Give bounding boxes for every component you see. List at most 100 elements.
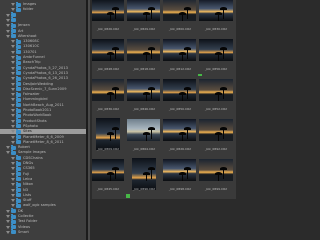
disclosure-triangle-icon[interactable] (11, 193, 15, 197)
disclosure-triangle-icon[interactable] (11, 50, 15, 54)
disclosure-triangle-icon[interactable] (11, 40, 15, 44)
tree-item[interactable]: 130701 (0, 49, 86, 55)
tree-item[interactable]: PhotoBook2011 (0, 107, 86, 113)
tree-item-label: CyndaPhotos_5_27_2013 (23, 65, 68, 70)
disclosure-triangle-icon[interactable] (6, 209, 10, 213)
disclosure-triangle-icon[interactable] (11, 119, 15, 123)
tree-item[interactable]: Hummingbird (0, 96, 86, 102)
disclosure-triangle-icon[interactable] (6, 225, 10, 229)
tree-item[interactable]: Images (0, 1, 86, 7)
disclosure-triangle-icon[interactable] (6, 230, 10, 234)
thumbnail-cell[interactable]: _blk_0845.CR2 (92, 156, 128, 199)
disclosure-triangle-icon[interactable] (11, 140, 15, 144)
disclosure-triangle-icon[interactable] (11, 45, 15, 49)
disclosure-triangle-icon[interactable] (6, 215, 10, 218)
tree-item[interactable]: BeachTrip (0, 59, 86, 65)
thumbnail-cell[interactable]: _blk_0800.CR2 (160, 0, 200, 39)
disclosure-triangle-icon[interactable] (11, 109, 15, 112)
disclosure-triangle-icon[interactable] (11, 135, 15, 139)
tree-item[interactable]: Aftershoot (0, 33, 86, 39)
disclosure-triangle-icon[interactable] (11, 114, 15, 118)
disclosure-triangle-icon[interactable] (6, 34, 10, 38)
tree-item[interactable]: Nikon (0, 181, 86, 187)
disclosure-triangle-icon[interactable] (11, 124, 15, 128)
disclosure-triangle-icon[interactable] (11, 183, 15, 187)
disclosure-triangle-icon[interactable] (11, 172, 15, 176)
tree-item[interactable]: Sample Images (0, 149, 86, 155)
tree-item[interactable]: NorthBeach_Aug_2011 (0, 102, 86, 108)
thumbnail-cell[interactable]: _blk_0809.CR2 (92, 116, 128, 159)
thumbnail-cell[interactable]: _blk_0864.CR2 (124, 116, 164, 159)
tree-item[interactable]: PSphoto (0, 123, 86, 129)
tree-item[interactable]: Leica (0, 176, 86, 182)
tree-item[interactable]: CyndaPhotos_6_13_2013 (0, 70, 86, 76)
tree-item[interactable]: CyndaPhotos_6_26_2013 (0, 75, 86, 81)
thumbnail-cell[interactable]: _blk_0846.CR2 (124, 76, 164, 119)
tree-item[interactable]: CDSChains (0, 155, 86, 161)
thumbnail-cell[interactable]: _blk_0830.CR2 (196, 0, 236, 39)
disclosure-triangle-icon[interactable] (11, 77, 15, 81)
disclosure-triangle-icon[interactable] (11, 188, 15, 192)
thumbnail-caption: _blk_0830.CR2 (204, 27, 228, 31)
tree-item[interactable]: 130608C (0, 38, 86, 44)
disclosure-triangle-icon[interactable] (6, 220, 10, 224)
tree-item[interactable]: Smart (0, 229, 86, 235)
tree-item[interactable]: DesiJainWedding (0, 81, 86, 87)
disclosure-triangle-icon[interactable] (11, 156, 15, 160)
thumbnail-cell[interactable]: _blk_0892.CR2 (196, 116, 236, 159)
tree-item[interactable]: 130610C (0, 43, 86, 49)
tree-item[interactable]: DiscScenic_7_Sunn2009 (0, 86, 86, 92)
disclosure-triangle-icon[interactable] (6, 29, 10, 33)
disclosure-triangle-icon[interactable] (11, 61, 15, 65)
thumbnail-cell[interactable]: _blk_0818.CR2 (124, 36, 164, 79)
disclosure-triangle-icon[interactable] (11, 82, 15, 86)
thumbnail-cell[interactable]: _blk_0829.CR2 (124, 0, 164, 39)
thumbnail-cell[interactable]: _blk_0896.CR2 (124, 156, 164, 199)
disclosure-triangle-icon[interactable] (11, 8, 15, 12)
disclosure-triangle-icon[interactable] (11, 93, 15, 97)
tree-item[interactable]: Sites (0, 128, 86, 135)
thumbnail-cell[interactable]: _blk_0826.CR2 (92, 0, 128, 39)
thumbnail-image (127, 39, 161, 61)
disclosure-triangle-icon[interactable] (6, 151, 10, 155)
disclosure-triangle-icon[interactable] (11, 66, 15, 70)
tree-item[interactable]: N3 (0, 187, 86, 193)
tree-item[interactable]: CS365 (0, 165, 86, 171)
disclosure-triangle-icon[interactable] (11, 162, 15, 165)
tree-item[interactable]: Stuff (0, 197, 86, 203)
folder-icon (11, 229, 16, 235)
disclosure-triangle-icon[interactable] (6, 146, 10, 150)
disclosure-triangle-icon[interactable] (11, 199, 15, 203)
tree-item[interactable]: PhotoWorkBook (0, 112, 86, 118)
tree-item[interactable]: PlanetMeter_6_6_2009 (0, 134, 86, 140)
tree-item[interactable]: AmbrFunnel (0, 54, 86, 60)
disclosure-triangle-icon[interactable] (11, 177, 15, 181)
tree-item[interactable]: ProductShots (0, 118, 86, 124)
thumbnail-cell[interactable]: _blk_0856.CR2 (196, 36, 236, 79)
disclosure-triangle-icon[interactable] (11, 103, 15, 107)
thumbnail-cell[interactable]: _blk_0826.CR2 (160, 116, 200, 159)
disclosure-triangle-icon[interactable] (6, 24, 10, 28)
disclosure-triangle-icon[interactable] (11, 204, 15, 208)
thumbnail-cell[interactable]: _blk_0836.CR2 (92, 76, 128, 119)
thumbnail-cell[interactable]: _blk_0852.CR2 (196, 76, 236, 119)
thumbnail-cell[interactable]: _blk_0899.CR2 (196, 156, 236, 199)
disclosure-triangle-icon[interactable] (11, 56, 15, 59)
disclosure-triangle-icon[interactable] (6, 18, 10, 22)
thumbnail-cell[interactable]: _blk_0848.CR2 (92, 36, 128, 79)
disclosure-triangle-icon[interactable] (11, 71, 15, 75)
disclosure-triangle-icon[interactable] (11, 98, 15, 102)
disclosure-triangle-icon[interactable] (11, 130, 15, 134)
tree-item[interactable]: Fairwater (0, 91, 86, 97)
disclosure-triangle-icon[interactable] (11, 3, 15, 6)
thumbnail-cell[interactable]: _blk_0898.CR2 (160, 156, 200, 199)
disclosure-triangle-icon[interactable] (6, 13, 10, 17)
thumbnail-cell[interactable]: _blk_0812.CR2 (160, 36, 200, 79)
thumbnail-cell[interactable]: _blk_0850.CR2 (160, 76, 200, 119)
tree-item[interactable]: Fuji (0, 171, 86, 177)
tree-item[interactable]: Lists (0, 192, 86, 198)
disclosure-triangle-icon[interactable] (11, 167, 15, 171)
tree-item[interactable]: CyndaPhotos_5_27_2013 (0, 65, 86, 71)
disclosure-triangle-icon[interactable] (11, 87, 15, 91)
tree-item[interactable]: DNGs (0, 160, 86, 166)
